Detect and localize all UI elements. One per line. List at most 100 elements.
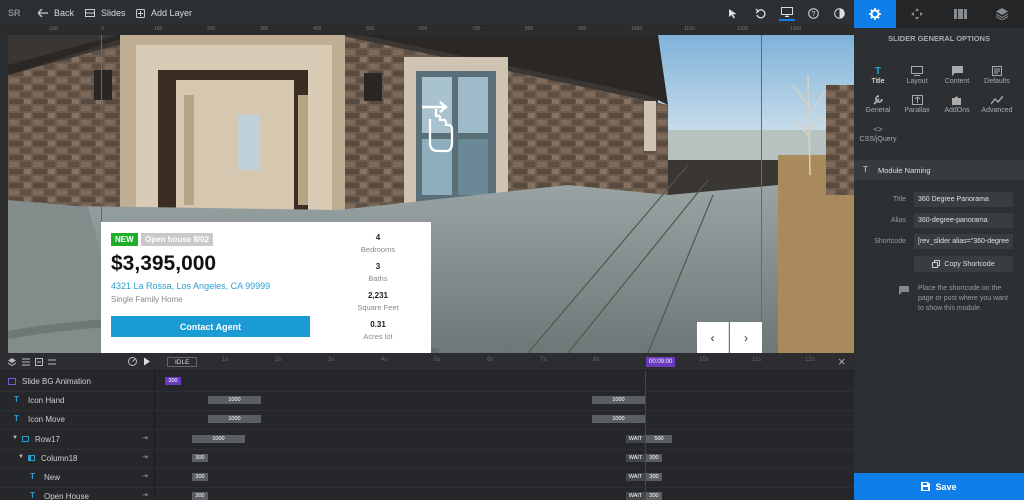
ruler-tick-label: 500 [366,26,375,32]
help-icon[interactable]: ? [805,5,821,21]
time-marker[interactable]: 00:09:00 [646,357,676,367]
contrast-icon[interactable] [831,5,847,21]
layers-stack-icon [996,8,1008,20]
add-layer-button[interactable]: Add Layer [136,0,192,26]
stat-square-feet: 2,231 Square Feet [348,291,408,312]
ruler-tick-label: 1300 [790,26,802,32]
cursor-icon[interactable] [725,5,741,21]
collapse-icon[interactable] [35,358,43,366]
list-view-icon[interactable] [22,358,30,366]
option-layout[interactable]: Layout [898,64,936,85]
timeline-bar[interactable]: 1000 [208,415,261,423]
timeline-row[interactable]: ▼ Column18 ⇥ 300 WAIT 300 [0,449,854,469]
title-icon: T [874,65,882,77]
timeline-row[interactable]: T New ⇥ 300 WAIT 300 [0,468,854,488]
module-naming-section[interactable]: T Module Naming [854,160,1024,180]
playback-state[interactable]: IDLE [167,357,198,367]
parallax-icon [898,93,936,107]
tab-general-options[interactable] [854,0,896,28]
stat-value: 0.31 [370,320,386,329]
shortcode-field[interactable]: [rev_slider alias="360-degree [914,234,1013,249]
gear-icon [869,8,881,20]
timeline-bar[interactable]: 300 [165,377,181,385]
timeline-wait[interactable]: WAIT [626,473,645,481]
ruler-tick-label: -100 [48,26,59,32]
tick-8s: 8s [593,357,600,363]
chevron-down-icon[interactable]: ▼ [12,435,18,441]
undo-icon[interactable] [752,5,768,21]
timeline-bar[interactable]: 1000 [208,396,261,404]
title-field[interactable]: 360 Degree Panorama [914,192,1013,207]
speed-icon[interactable] [128,357,137,366]
tick-12s: 12s [805,357,815,363]
timeline-wait[interactable]: WAIT [626,454,645,462]
property-type-text[interactable]: Single Family Home [111,295,183,304]
desktop-view-icon[interactable] [779,5,795,21]
timeline-row[interactable]: ▼ Row17 ⇥ 1000 WAIT 500 [0,430,854,450]
row-link-icon[interactable]: ⇥ [142,491,148,499]
row-link-icon[interactable]: ⇥ [142,472,148,480]
timeline-bar[interactable]: 300 [192,492,208,500]
timeline-bar[interactable]: 300 [646,492,662,500]
timeline-bar[interactable]: 300 [646,473,662,481]
timeline-bar[interactable]: 1000 [192,435,245,443]
tick-11s: 11s [752,357,762,363]
close-timeline-icon[interactable]: × [838,354,846,369]
option-general[interactable]: General [859,93,897,114]
save-button[interactable]: Save [854,473,1024,500]
ruler-tick-label: 600 [419,26,428,32]
timeline-bar[interactable]: 300 [646,454,662,462]
tab-slides[interactable] [939,0,981,28]
address-text[interactable]: 4321 La Rossa, Los Angeles, CA 99999 [111,281,270,291]
badge-open-house[interactable]: Open house 8/02 [141,233,214,246]
stat-value: 4 [375,233,381,242]
property-card[interactable]: NEW Open house 8/02 $3,395,000 4321 La R… [101,222,431,353]
timeline-wait[interactable]: WAIT [626,492,645,500]
timeline-row[interactable]: Slide BG Animation 300 [0,372,854,392]
alias-field[interactable]: 360-degree-panorama [914,213,1013,228]
next-slide-button[interactable]: › [730,322,762,353]
price-text[interactable]: $3,395,000 [111,252,216,276]
stat-acres: 0.31 Acres lot [348,320,408,341]
slides-button[interactable]: Slides [85,0,126,26]
option-parallax[interactable]: Parallax [898,93,936,114]
timeline-row[interactable]: T Open House ⇥ 300 WAIT 300 [0,487,854,500]
timeline-row[interactable]: T Icon Move 1000 1000 [0,410,854,430]
timeline-bar[interactable]: 300 [192,473,208,481]
tab-layers[interactable] [981,0,1023,28]
layers-icon[interactable] [8,358,16,366]
option-css-jquery[interactable]: <> CSS/jQuery [859,122,897,144]
play-icon[interactable] [143,357,151,366]
timeline-bar[interactable]: 500 [646,435,672,443]
option-advanced[interactable]: Advanced [978,93,1016,114]
ruler-tick-label: 1000 [631,26,643,32]
option-defaults[interactable]: Defaults [978,64,1016,85]
row-link-icon[interactable]: ⇥ [142,453,148,461]
row-layer-icon [22,436,29,442]
shortcode-help-text: Place the shortcode on the page or post … [918,285,1008,312]
expand-icon[interactable] [48,358,56,366]
ruler-tick-label: 0 [101,26,104,32]
svg-text:?: ? [811,11,815,18]
puzzle-icon [938,93,976,107]
contact-agent-button[interactable]: Contact Agent [111,316,310,337]
badge-new[interactable]: NEW [111,233,138,246]
timeline-bar[interactable]: 300 [192,454,208,462]
guide-line-right [761,35,762,353]
option-title[interactable]: T Title [859,64,897,86]
option-label: Parallax [904,107,930,114]
timeline-wait[interactable]: WAIT [626,435,645,443]
timeline-row[interactable]: T Icon Hand 1000 1000 [0,391,854,411]
option-content[interactable]: Content [938,64,976,85]
prev-slide-button[interactable]: ‹ [697,322,729,353]
chevron-down-icon[interactable]: ▼ [18,454,24,460]
tab-navigation[interactable] [896,0,938,28]
timeline-bar[interactable]: 1000 [592,415,645,423]
copy-shortcode-button[interactable]: Copy Shortcode [914,256,1013,272]
option-addons[interactable]: AddOns [938,93,976,114]
back-button[interactable]: Back [38,0,74,26]
back-label: Back [54,8,75,18]
slides-label: Slides [101,8,126,18]
row-link-icon[interactable]: ⇥ [142,434,148,442]
timeline-bar[interactable]: 1000 [592,396,645,404]
